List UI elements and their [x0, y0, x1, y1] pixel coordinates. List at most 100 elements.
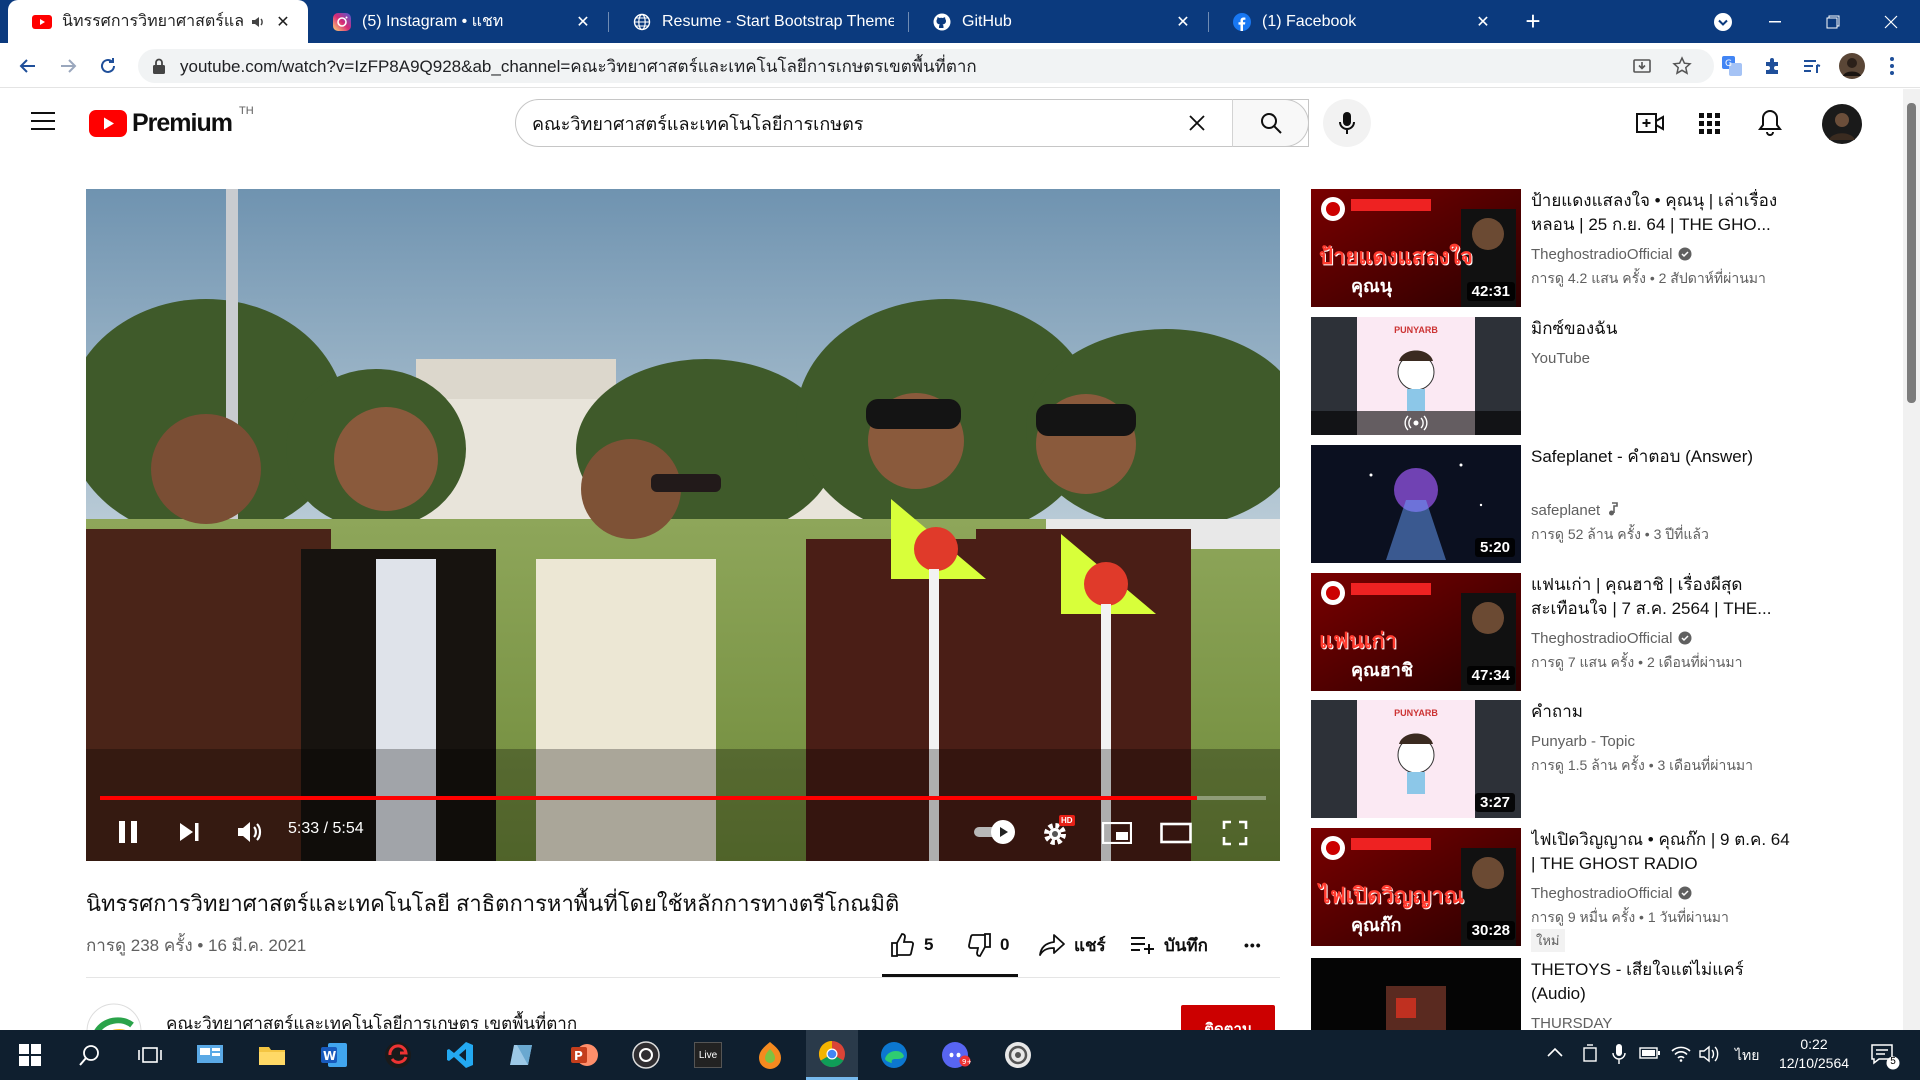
volume-icon[interactable]: [236, 819, 264, 845]
video-thumbnail[interactable]: แฟนเก่า คุณฮาชิ 47:34: [1311, 573, 1521, 691]
recommendation-title[interactable]: THETOYS - เสียใจแต่ไม่แคร์ (Audio): [1531, 958, 1791, 1006]
close-tab-icon[interactable]: ✕: [1172, 11, 1194, 33]
recommendation-title[interactable]: คำถาม: [1531, 700, 1791, 724]
channel-name[interactable]: THURSDAY: [1531, 1015, 1612, 1030]
save-button[interactable]: บันทึก: [1130, 930, 1208, 960]
new-tab-button[interactable]: +: [1510, 0, 1556, 43]
reload-icon[interactable]: [94, 52, 122, 80]
notifications-bell-icon[interactable]: [1758, 109, 1782, 136]
progress-bar[interactable]: [100, 796, 1266, 800]
battery-icon[interactable]: [1639, 1046, 1661, 1060]
menu-kebab-icon[interactable]: [1878, 52, 1906, 80]
vscode-icon[interactable]: [434, 1030, 486, 1080]
page-scrollbar[interactable]: [1903, 89, 1920, 1030]
recommendation-card[interactable]: ป้ายแดงแสลงใจ คุณนุ 42:31 ป้ายแดงแสลงใจ • ค…: [1311, 189, 1871, 307]
back-icon[interactable]: [14, 52, 42, 80]
tab-instagram[interactable]: (5) Instagram • แชท ✕: [308, 0, 608, 43]
close-window-icon[interactable]: [1868, 0, 1914, 43]
recommendation-card[interactable]: 5:20 Safeplanet - คำตอบ (Answer) safeplane…: [1311, 445, 1871, 563]
video-thumbnail[interactable]: PUNYARB: [1311, 317, 1521, 435]
clear-search-icon[interactable]: [1188, 114, 1218, 132]
subscribe-button[interactable]: ติดตาม: [1181, 1005, 1275, 1030]
recommendation-title[interactable]: ไฟเปิดวิญญาณ • คุณก๊ก | 9 ต.ค. 64 | THE …: [1531, 828, 1791, 876]
video-thumbnail[interactable]: ป้ายแดงแสลงใจ คุณนุ 42:31: [1311, 189, 1521, 307]
account-avatar[interactable]: [1822, 104, 1862, 144]
profile-avatar[interactable]: [1838, 52, 1866, 80]
channel-name[interactable]: คณะวิทยาศาสตร์และเทคโนโลยีการเกษตร เขตพื…: [166, 1010, 577, 1030]
fl-studio-icon[interactable]: [744, 1030, 796, 1080]
install-app-icon[interactable]: [1628, 52, 1656, 80]
more-actions-icon[interactable]: •••: [1244, 930, 1262, 960]
theater-mode-icon[interactable]: [1160, 822, 1192, 844]
recommendation-title[interactable]: ป้ายแดงแสลงใจ • คุณนุ | เล่าเรื่องหลอน |…: [1531, 189, 1791, 237]
youtube-premium-logo[interactable]: Premium TH: [89, 105, 254, 138]
clock[interactable]: 0:22 12/10/2564: [1768, 1035, 1860, 1073]
channel-avatar[interactable]: [86, 1003, 142, 1030]
recommendation-title[interactable]: แฟนเก่า | คุณฮาชิ | เรื่องผีสุดสะเทือนใจ…: [1531, 573, 1791, 621]
channel-name[interactable]: TheghostradioOfficial: [1531, 246, 1692, 263]
tab-facebook[interactable]: (1) Facebook ✕: [1208, 0, 1508, 43]
channel-name[interactable]: safeplanet: [1531, 502, 1619, 519]
notes-app-icon[interactable]: [496, 1030, 548, 1080]
video-player[interactable]: 5:33 / 5:54 HD: [86, 189, 1280, 861]
search-icon[interactable]: [64, 1030, 116, 1080]
miniplayer-icon[interactable]: [1102, 822, 1132, 844]
search-button[interactable]: [1232, 99, 1309, 147]
hamburger-menu-icon[interactable]: [30, 111, 56, 131]
close-tab-icon[interactable]: ✕: [1472, 11, 1494, 33]
chevron-up-icon[interactable]: [1547, 1047, 1563, 1057]
recommendation-card[interactable]: PUNYARB มิกซ์ของฉัน YouTube: [1311, 317, 1871, 435]
close-tab-icon[interactable]: ✕: [272, 11, 294, 33]
video-thumbnail[interactable]: PUNYARB 3:27: [1311, 700, 1521, 818]
file-explorer-icon[interactable]: [246, 1030, 298, 1080]
search-box[interactable]: คณะวิทยาศาสตร์และเทคโนโลยีการเกษตร: [515, 99, 1309, 147]
chrome-taskbar-button[interactable]: [806, 1030, 858, 1080]
channel-name[interactable]: YouTube: [1531, 350, 1590, 367]
recommendation-title[interactable]: Safeplanet - คำตอบ (Answer): [1531, 445, 1791, 469]
share-button[interactable]: แชร์: [1038, 930, 1106, 960]
tab-search-icon[interactable]: [1700, 0, 1746, 43]
input-language[interactable]: ไทย: [1735, 1045, 1759, 1067]
extensions-icon[interactable]: [1758, 52, 1786, 80]
tab-resume[interactable]: Resume - Start Bootstrap Theme: [608, 0, 908, 43]
channel-name[interactable]: TheghostradioOfficial: [1531, 630, 1692, 647]
video-thumbnail[interactable]: ไฟเปิดวิญญาณ คุณก๊ก 30:28: [1311, 828, 1521, 946]
tab-youtube[interactable]: นิทรรศการวิทยาศาสตร์และเทคโนโลยี สาธิตกา…: [8, 0, 308, 43]
like-button[interactable]: 5: [890, 930, 933, 960]
video-thumbnail[interactable]: [1311, 958, 1521, 1030]
channel-name[interactable]: Punyarb - Topic: [1531, 733, 1635, 750]
address-bar[interactable]: youtube.com/watch?v=IzFP8A9Q928&ab_chann…: [138, 49, 1714, 83]
tab-github[interactable]: GitHub ✕: [908, 0, 1208, 43]
discord-icon[interactable]: 9+: [930, 1030, 982, 1080]
control-panel-icon[interactable]: [184, 1030, 236, 1080]
speaker-icon[interactable]: [1699, 1044, 1721, 1064]
obs-icon[interactable]: [620, 1030, 672, 1080]
scrollbar-thumb[interactable]: [1907, 103, 1916, 403]
wifi-icon[interactable]: [1670, 1044, 1692, 1062]
ubisoft-icon[interactable]: [992, 1030, 1044, 1080]
next-icon[interactable]: [178, 821, 200, 843]
bookmark-star-icon[interactable]: [1668, 52, 1696, 80]
pause-icon[interactable]: [116, 819, 140, 845]
forward-icon[interactable]: [54, 52, 82, 80]
windows-start-icon[interactable]: [4, 1030, 56, 1080]
task-view-icon[interactable]: [124, 1030, 176, 1080]
channel-name[interactable]: TheghostradioOfficial: [1531, 885, 1692, 902]
minimize-icon[interactable]: [1752, 0, 1798, 43]
voice-search-button[interactable]: [1323, 99, 1371, 147]
microphone-icon[interactable]: [1612, 1043, 1626, 1065]
dislike-button[interactable]: 0: [966, 930, 1009, 960]
create-video-icon[interactable]: [1636, 111, 1664, 135]
translate-icon[interactable]: G: [1718, 52, 1746, 80]
apps-grid-icon[interactable]: [1699, 113, 1721, 135]
garena-icon[interactable]: [372, 1030, 424, 1080]
close-tab-icon[interactable]: ✕: [572, 11, 594, 33]
recommendation-card[interactable]: THETOYS - เสียใจแต่ไม่แคร์ (Audio) THURSD…: [1311, 958, 1871, 1030]
restore-icon[interactable]: [1810, 0, 1856, 43]
notification-center-icon[interactable]: 5: [1870, 1042, 1900, 1070]
edge-icon[interactable]: [868, 1030, 920, 1080]
reading-list-icon[interactable]: [1798, 52, 1826, 80]
powerpoint-icon[interactable]: P: [558, 1030, 610, 1080]
recommendation-card[interactable]: แฟนเก่า คุณฮาชิ 47:34 แฟนเก่า | คุณฮาชิ | เ…: [1311, 573, 1871, 691]
ableton-live-icon[interactable]: Live: [682, 1030, 734, 1080]
